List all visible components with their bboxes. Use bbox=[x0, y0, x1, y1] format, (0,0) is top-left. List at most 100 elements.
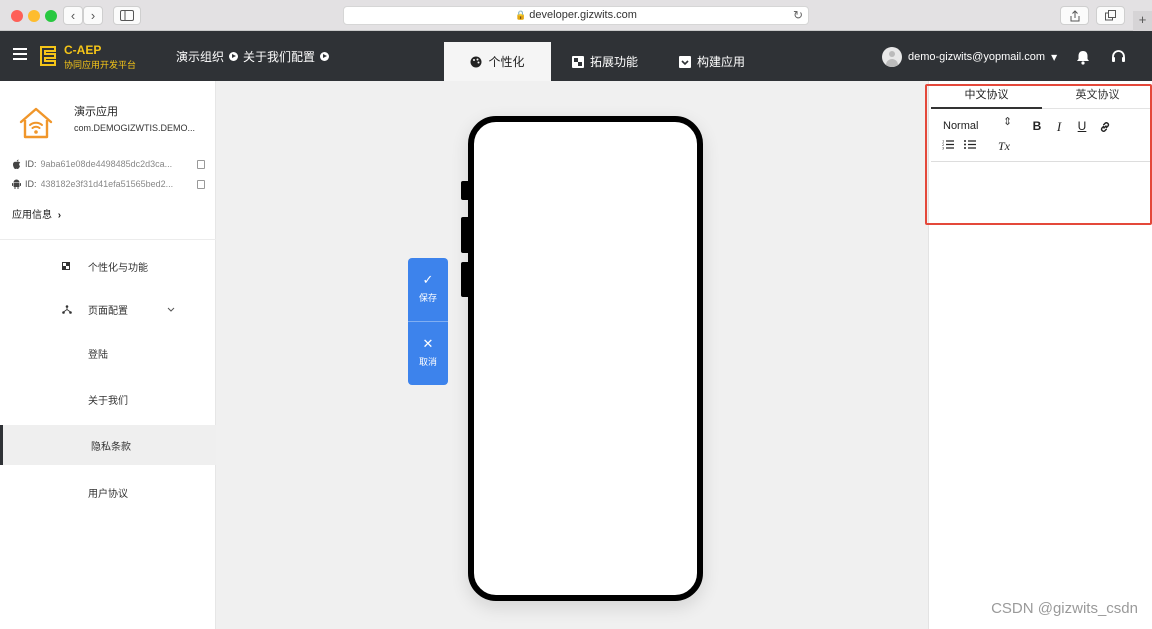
ios-id-value: 9aba61e08de4498485dc2d3ca... bbox=[40, 159, 173, 169]
breadcrumb-org[interactable]: 演示组织 bbox=[176, 48, 224, 65]
save-button[interactable]: ✓ 保存 bbox=[408, 258, 448, 321]
sidebar: 演示应用 com.DEMOGIZWTIS.DEMO... ID: 9aba61e… bbox=[0, 81, 216, 629]
tab-english-agreement[interactable]: 英文协议 bbox=[1042, 87, 1152, 109]
chevron-right-icon: › bbox=[57, 210, 62, 221]
check-icon: ✓ bbox=[422, 272, 434, 287]
bullet-list-icon[interactable] bbox=[963, 139, 977, 150]
italic-button[interactable]: I bbox=[1052, 119, 1066, 135]
browser-forward-button[interactable]: › bbox=[83, 6, 103, 25]
divider bbox=[0, 239, 216, 240]
tabs-overview-button[interactable] bbox=[1096, 6, 1125, 25]
sidebar-item-label: 个性化与功能 bbox=[88, 262, 148, 274]
tab-label: 构建应用 bbox=[697, 55, 746, 69]
sidebar-item-label: 隐私条款 bbox=[91, 441, 131, 453]
window-minimize-button[interactable] bbox=[28, 10, 40, 22]
copy-icon[interactable] bbox=[196, 179, 205, 189]
address-text: developer.gizwits.com bbox=[529, 9, 637, 21]
breadcrumb: 演示组织 关于我们配置 bbox=[176, 48, 334, 65]
app-name: 演示应用 bbox=[74, 106, 118, 118]
browser-toolbar: ‹ › 🔒 developer.gizwits.com ↻ + bbox=[0, 0, 1152, 31]
avatar bbox=[882, 47, 902, 67]
breadcrumb-arrow-icon bbox=[320, 52, 330, 61]
tabs-icon bbox=[1105, 10, 1116, 21]
sidebar-icon bbox=[120, 10, 134, 21]
user-email: demo-gizwits@yopmail.com bbox=[908, 51, 1046, 63]
rich-text-editor[interactable] bbox=[931, 163, 1151, 223]
format-select[interactable]: Normal bbox=[943, 120, 978, 132]
cancel-label: 取消 bbox=[418, 357, 437, 367]
watermark: CSDN @gizwits_csdn bbox=[991, 600, 1138, 617]
chevron-down-icon: ▾ bbox=[1051, 50, 1058, 64]
apple-icon bbox=[13, 159, 21, 169]
ordered-list-icon[interactable]: 123 bbox=[941, 139, 955, 150]
breadcrumb-config[interactable]: 关于我们配置 bbox=[243, 48, 315, 65]
sidebar-item-login[interactable]: 登陆 bbox=[0, 333, 216, 373]
sidebar-item-label: 登陆 bbox=[88, 349, 108, 361]
address-bar[interactable]: 🔒 developer.gizwits.com ↻ bbox=[343, 6, 809, 25]
action-panel: ✓ 保存 ✕ 取消 bbox=[408, 258, 448, 385]
sidebar-item-about-us[interactable]: 关于我们 bbox=[0, 379, 216, 419]
tab-label: 拓展功能 bbox=[590, 55, 639, 69]
window-zoom-button[interactable] bbox=[45, 10, 57, 22]
smart-home-icon bbox=[19, 107, 53, 139]
underline-button[interactable]: U bbox=[1075, 119, 1089, 133]
copy-icon[interactable] bbox=[196, 159, 205, 169]
tab-build-app[interactable]: 构建应用 bbox=[679, 42, 745, 81]
preview-area: ✓ 保存 ✕ 取消 bbox=[216, 81, 928, 629]
hierarchy-icon bbox=[62, 304, 72, 314]
tab-personalize[interactable]: 个性化 bbox=[444, 42, 551, 81]
bell-icon[interactable] bbox=[1076, 50, 1090, 65]
app-header: C-AEP 协同应用开发平台 演示组织 关于我们配置 个性化 拓展功能 构建应用… bbox=[0, 31, 1152, 81]
select-arrows-icon: ⇕ bbox=[1003, 116, 1013, 128]
chevron-down-icon bbox=[167, 307, 175, 312]
sidebar-item-label: 用户协议 bbox=[88, 488, 128, 500]
sidebar-item-label: 页面配置 bbox=[88, 305, 128, 317]
headset-icon[interactable] bbox=[1111, 50, 1126, 64]
user-menu[interactable]: demo-gizwits@yopmail.com ▾ bbox=[882, 47, 1057, 67]
clear-format-button[interactable]: Tx bbox=[998, 139, 1010, 154]
save-label: 保存 bbox=[418, 293, 437, 303]
android-id-row: ID: 438182e3f31d41efa51565bed2... bbox=[12, 179, 208, 189]
logo-icon bbox=[40, 46, 56, 66]
window-close-button[interactable] bbox=[11, 10, 23, 22]
app-info-label: 应用信息 bbox=[12, 210, 52, 221]
tab-extensions[interactable]: 拓展功能 bbox=[572, 42, 638, 81]
cancel-button[interactable]: ✕ 取消 bbox=[408, 322, 448, 385]
ios-id-row: ID: 9aba61e08de4498485dc2d3ca... bbox=[12, 159, 208, 169]
sidebar-toggle-button[interactable] bbox=[113, 6, 141, 25]
palette-icon bbox=[470, 56, 482, 67]
box-icon bbox=[679, 55, 691, 68]
share-icon bbox=[1070, 10, 1079, 22]
new-tab-button[interactable]: + bbox=[1133, 11, 1152, 31]
phone-preview bbox=[468, 116, 703, 601]
bold-button[interactable]: B bbox=[1030, 119, 1044, 133]
link-icon[interactable] bbox=[1098, 121, 1112, 133]
puzzle-icon bbox=[572, 55, 584, 68]
sidebar-item-user-agreement[interactable]: 用户协议 bbox=[0, 472, 216, 512]
editor-panel: 中文协议 英文协议 Normal ⇕ B I U 123 Tx bbox=[928, 81, 1152, 629]
ios-id-label: ID: bbox=[25, 159, 37, 169]
brand-subtitle: 协同应用开发平台 bbox=[64, 60, 137, 70]
app-info-link[interactable]: 应用信息 › bbox=[12, 206, 61, 221]
sidebar-item-personalize[interactable]: 个性化与功能 bbox=[0, 246, 216, 286]
tab-label: 个性化 bbox=[488, 55, 525, 69]
puzzle-icon bbox=[62, 262, 70, 270]
rich-text-toolbar: Normal ⇕ B I U 123 Tx bbox=[931, 110, 1151, 162]
android-icon bbox=[12, 179, 21, 189]
svg-text:3: 3 bbox=[942, 147, 944, 151]
reload-icon[interactable]: ↻ bbox=[793, 7, 803, 24]
breadcrumb-arrow-icon bbox=[229, 52, 239, 61]
app-package: com.DEMOGIZWTIS.DEMO... bbox=[74, 123, 195, 133]
close-icon: ✕ bbox=[422, 336, 434, 351]
sidebar-item-label: 关于我们 bbox=[88, 395, 128, 407]
android-id-label: ID: bbox=[25, 179, 37, 189]
sidebar-item-privacy-policy[interactable]: 隐私条款 bbox=[0, 425, 216, 465]
share-button[interactable] bbox=[1060, 6, 1089, 25]
brand-title: C-AEP bbox=[64, 43, 102, 57]
android-id-value: 438182e3f31d41efa51565bed2... bbox=[40, 179, 174, 189]
sidebar-item-page-config[interactable]: 页面配置 bbox=[0, 289, 216, 329]
browser-back-button[interactable]: ‹ bbox=[63, 6, 83, 25]
menu-icon[interactable] bbox=[13, 48, 27, 60]
tab-chinese-agreement[interactable]: 中文协议 bbox=[931, 87, 1042, 109]
lock-icon: 🔒 bbox=[515, 10, 527, 20]
